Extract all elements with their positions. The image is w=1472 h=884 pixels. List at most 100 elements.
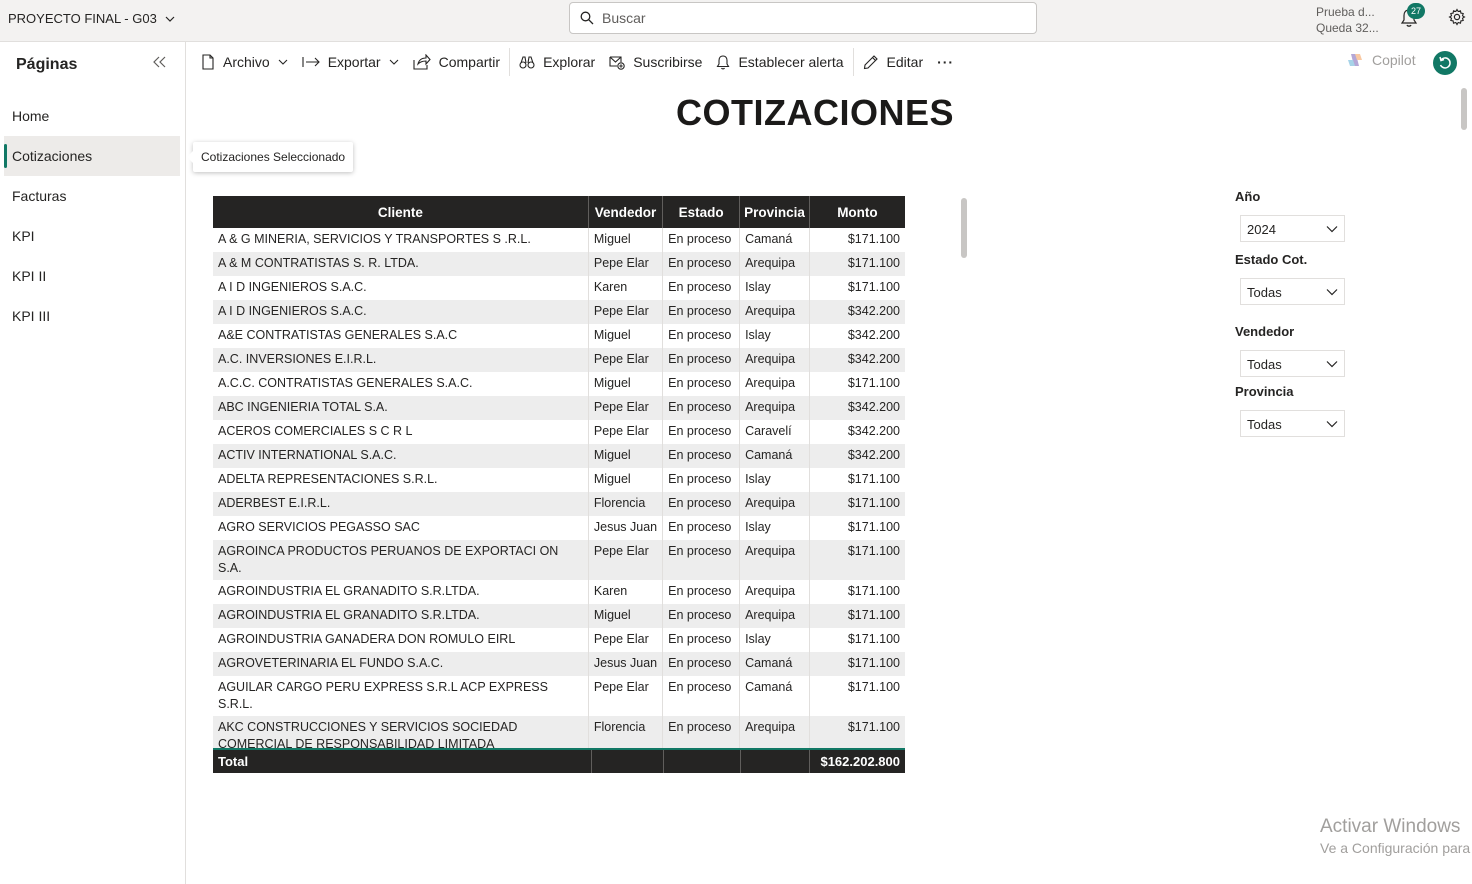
sidebar-item-kpi-iii[interactable]: KPI III xyxy=(4,296,180,336)
cell-monto: $171.100 xyxy=(809,652,905,676)
editar-button[interactable]: Editar xyxy=(856,42,931,82)
exportar-button[interactable]: Exportar xyxy=(295,42,406,82)
report-toolbar: Archivo Exportar Compartir Explorar Susc… xyxy=(186,42,1472,82)
page-scrollbar[interactable] xyxy=(1461,88,1467,130)
table-total-grid: Total $162.202.800 xyxy=(213,748,905,773)
table-row[interactable]: AGROVETERINARIA EL FUNDO S.A.C. Jesus Jua… xyxy=(213,652,905,676)
trial-line-2: Queda 32... xyxy=(1316,21,1379,35)
search-input[interactable]: Buscar xyxy=(569,2,1037,34)
report-title-menu[interactable]: PROYECTO FINAL - G03 xyxy=(8,11,175,26)
sidebar-item-kpi[interactable]: KPI xyxy=(4,216,180,256)
table-row[interactable]: A.C.C. CONTRATISTAS GENERALES S.A.C. Migu… xyxy=(213,372,905,396)
trial-status[interactable]: Prueba d... Queda 32... xyxy=(1316,4,1379,36)
copilot-button[interactable]: Copilot xyxy=(1346,52,1416,68)
more-options-button[interactable]: ··· xyxy=(930,42,961,82)
cell-estado: En proceso xyxy=(662,372,741,396)
cell-vendedor: Pepe Elar xyxy=(588,628,664,652)
subscribe-icon xyxy=(609,54,625,70)
more-options-label: ··· xyxy=(937,54,955,70)
chevron-down-icon xyxy=(278,57,288,67)
sidebar-item-cotizaciones[interactable]: Cotizaciones xyxy=(4,136,180,176)
cell-vendedor: Miguel xyxy=(588,468,664,492)
cell-cliente: A I D INGENIEROS S.A.C. xyxy=(213,276,589,300)
cell-provincia: Camaná xyxy=(739,652,810,676)
cell-cliente: AGROVETERINARIA EL FUNDO S.A.C. xyxy=(213,652,589,676)
chevron-down-icon xyxy=(1326,359,1338,369)
suscribirse-label: Suscribirse xyxy=(633,54,703,70)
cell-provincia: Islay xyxy=(739,324,810,348)
slicer-anio-dropdown[interactable]: 2024 xyxy=(1240,215,1345,242)
total-label: Total xyxy=(213,748,592,773)
slicer-provincia-dropdown[interactable]: Todas xyxy=(1240,410,1345,437)
cell-vendedor: Florencia xyxy=(588,492,664,516)
explorar-button[interactable]: Explorar xyxy=(512,42,602,82)
table-row[interactable]: AGROINDUSTRIA GANADERA DON ROMULO EIRL Pe… xyxy=(213,628,905,652)
cell-estado: En proceso xyxy=(662,348,741,372)
slicer-vendedor-dropdown[interactable]: Todas xyxy=(1240,350,1345,377)
quotes-table: Cliente Vendedor Estado Provincia Monto … xyxy=(213,196,905,748)
cell-cliente: AGRO SERVICIOS PEGASSO SAC xyxy=(213,516,589,540)
cell-cliente: ACEROS COMERCIALES S C R L xyxy=(213,420,589,444)
cell-provincia: Islay xyxy=(739,468,810,492)
cell-vendedor: Pepe Elar xyxy=(588,348,664,372)
cell-cliente: AGROINCA PRODUCTOS PERUANOS DE EXPORTACI… xyxy=(213,540,589,580)
sidebar-item-home[interactable]: Home xyxy=(4,96,180,136)
total-empty-cell xyxy=(591,748,664,773)
slicer-label-estado: Estado Cot. xyxy=(1235,252,1308,267)
search-placeholder: Buscar xyxy=(602,10,646,26)
column-header-provincia[interactable]: Provincia xyxy=(739,196,810,228)
table-row[interactable]: AKC CONSTRUCCIONES Y SERVICIOS SOCIEDAD … xyxy=(213,716,905,748)
column-header-cliente[interactable]: Cliente xyxy=(213,196,589,228)
table-row[interactable]: A & M CONTRATISTAS S. R. LTDA. Pepe Elar E… xyxy=(213,252,905,276)
watermark-line-2: Ve a Configuración para activar Windows. xyxy=(1320,840,1472,856)
cell-monto: $171.100 xyxy=(847,232,900,246)
column-header-vendedor[interactable]: Vendedor xyxy=(588,196,664,228)
table-row[interactable]: A I D INGENIEROS S.A.C. Pepe Elar En proce… xyxy=(213,300,905,324)
suscribirse-button[interactable]: Suscribirse xyxy=(602,42,709,82)
sidebar-item-facturas[interactable]: Facturas xyxy=(4,176,180,216)
cell-vendedor: Miguel xyxy=(588,444,664,468)
table-row[interactable]: ACEROS COMERCIALES S C R L Pepe Elar En pr… xyxy=(213,420,905,444)
table-row[interactable]: AGUILAR CARGO PERU EXPRESS S.R.L ACP EXP… xyxy=(213,676,905,716)
table-row[interactable]: A I D INGENIEROS S.A.C. Karen En proceso Is… xyxy=(213,276,905,300)
total-empty-cell xyxy=(740,748,810,773)
table-row[interactable]: AGROINDUSTRIA EL GRANADITO S.R.LTDA. Migu… xyxy=(213,604,905,628)
table-row[interactable]: ADELTA REPRESENTACIONES S.R.L. Miguel En p… xyxy=(213,468,905,492)
cell-cliente: A.C. INVERSIONES E.I.R.L. xyxy=(213,348,589,372)
table-row[interactable]: ADERBEST E.I.R.L. Florencia En proceso Areq… xyxy=(213,492,905,516)
chevron-down-icon xyxy=(1326,419,1338,429)
chevron-down-icon xyxy=(1326,287,1338,297)
cell-cliente: A.C.C. CONTRATISTAS GENERALES S.A.C. xyxy=(213,372,589,396)
table-row[interactable]: AGROINCA PRODUCTOS PERUANOS DE EXPORTACI… xyxy=(213,540,905,580)
reset-button[interactable] xyxy=(1433,51,1457,75)
cell-estado: En proceso xyxy=(662,444,741,468)
cell-provincia: Arequipa xyxy=(739,372,810,396)
column-header-estado[interactable]: Estado xyxy=(662,196,741,228)
table-row[interactable]: A&E CONTRATISTAS GENERALES S.A.C Miguel En… xyxy=(213,324,905,348)
gear-icon[interactable] xyxy=(1448,8,1466,26)
chevron-down-icon xyxy=(1326,224,1338,234)
sidebar-item-kpi-ii[interactable]: KPI II xyxy=(4,256,180,296)
collapse-sidebar-icon[interactable] xyxy=(153,56,167,68)
cell-cliente: A & G MINERIA, SERVICIOS Y TRANSPORTES S… xyxy=(213,228,589,252)
cell-cliente: ADERBEST E.I.R.L. xyxy=(213,492,589,516)
table-row[interactable]: ACTIV INTERNATIONAL S.A.C. Miguel En proce… xyxy=(213,444,905,468)
table-row[interactable]: ABC INGENIERIA TOTAL S.A. Pepe Elar En pro… xyxy=(213,396,905,420)
table-row[interactable]: AGRO SERVICIOS PEGASSO SAC Jesus Juan En p… xyxy=(213,516,905,540)
table-row[interactable]: A.C. INVERSIONES E.I.R.L. Pepe Elar En pro… xyxy=(213,348,905,372)
slicer-anio-value: 2024 xyxy=(1247,222,1276,237)
compartir-button[interactable]: Compartir xyxy=(406,42,507,82)
table-row[interactable]: AGROINDUSTRIA EL GRANADITO S.R.LTDA. Kare… xyxy=(213,580,905,604)
cell-monto: $171.100 xyxy=(809,492,905,516)
cell-vendedor: Pepe Elar xyxy=(588,300,664,324)
archivo-button[interactable]: Archivo xyxy=(194,42,295,82)
cell-provincia: Camaná xyxy=(739,676,810,716)
table-scrollbar[interactable] xyxy=(961,198,967,258)
slicer-estado-dropdown[interactable]: Todas xyxy=(1240,278,1345,305)
table-body: A & G MINERIA, SERVICIOS Y TRANSPORTES S… xyxy=(213,228,905,748)
establecer-alerta-button[interactable]: Establecer alerta xyxy=(709,42,850,82)
column-header-monto[interactable]: Monto xyxy=(809,196,905,228)
exportar-label: Exportar xyxy=(327,54,381,70)
table-row[interactable]: A & G MINERIA, SERVICIOS Y TRANSPORTES S… xyxy=(213,228,905,252)
toolbar-divider xyxy=(509,48,511,76)
